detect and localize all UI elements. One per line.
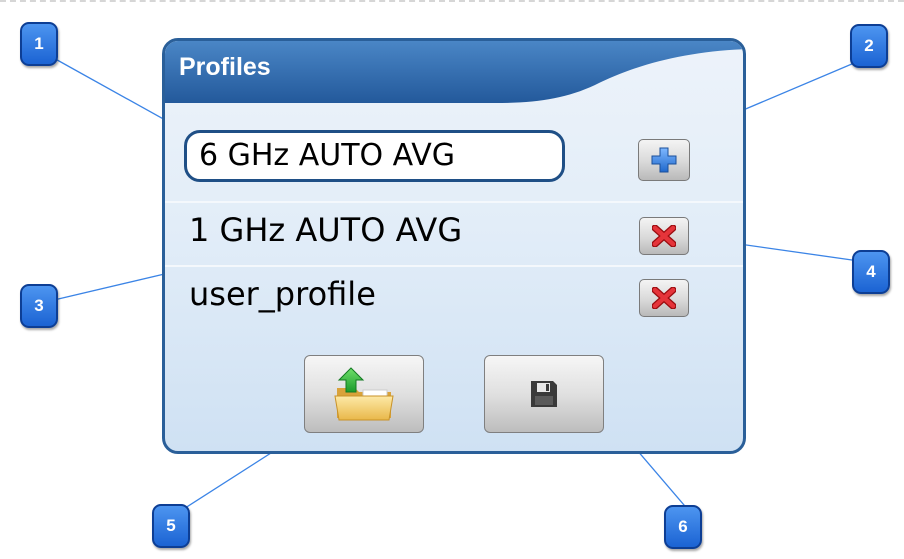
callout-marker: 5 — [152, 504, 190, 548]
red-x-icon — [652, 287, 676, 309]
callout-marker: 4 — [852, 250, 890, 294]
callout-marker: 1 — [20, 22, 58, 66]
plus-icon — [651, 147, 677, 173]
load-profile-button[interactable] — [304, 355, 424, 433]
row-divider — [165, 201, 743, 203]
red-x-icon — [652, 225, 676, 247]
panel-header: Profiles — [165, 41, 743, 105]
profile-name-input[interactable]: 6 GHz AUTO AVG — [184, 130, 565, 182]
delete-profile-button[interactable] — [639, 217, 689, 255]
folder-upload-icon — [334, 367, 394, 421]
add-profile-button[interactable] — [638, 139, 690, 181]
callout-marker: 6 — [664, 505, 702, 549]
save-profile-button[interactable] — [484, 355, 604, 433]
panel-title: Profiles — [179, 53, 271, 81]
profiles-panel: Profiles 6 GHz AUTO AVG 1 GHz AUTO AVG u… — [162, 38, 746, 454]
callout-marker: 2 — [850, 24, 888, 68]
profile-name: 1 GHz AUTO AVG — [189, 211, 463, 249]
profile-name: user_profile — [189, 275, 376, 313]
callout-marker: 3 — [20, 284, 58, 328]
delete-profile-button[interactable] — [639, 279, 689, 317]
floppy-disk-icon — [531, 381, 557, 407]
row-divider — [165, 265, 743, 267]
